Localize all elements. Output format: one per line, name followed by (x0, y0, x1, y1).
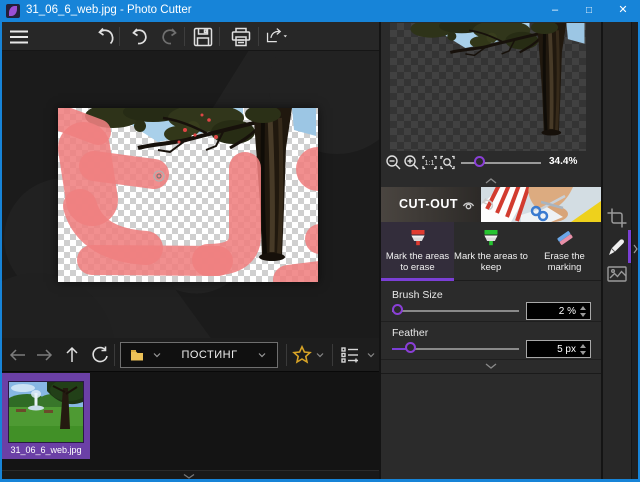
green-marker-icon (480, 227, 502, 249)
edited-image[interactable] (58, 108, 318, 282)
brush-size-slider-handle[interactable] (392, 304, 403, 315)
zoom-percent: 34.4% (549, 156, 577, 167)
feather-label: Feather (392, 327, 428, 339)
toolbar-divider (219, 27, 220, 46)
save-icon[interactable] (192, 26, 214, 48)
editor-region: ПОСТИНГ (2, 22, 379, 479)
undo-icon[interactable] (128, 26, 150, 48)
visibility-eye-icon[interactable] (461, 198, 476, 211)
eraser-icon (554, 227, 576, 249)
spinner-arrows-icon[interactable] (579, 343, 588, 356)
feather-spinbox[interactable]: 5 px (526, 340, 591, 358)
spinner-arrows-icon[interactable] (579, 305, 588, 318)
toolbar-divider (119, 27, 120, 46)
brush-size-spinbox[interactable]: 2 % (526, 302, 591, 320)
browser-toolbar: ПОСТИНГ (2, 338, 379, 372)
thumbnail-filename: 31_06_6_web.jpg (2, 445, 90, 455)
svg-text:1:1: 1:1 (425, 160, 435, 167)
tool-mark-erase[interactable]: Mark the areas to erase (381, 222, 454, 281)
feather-value: 5 px (557, 344, 576, 355)
content-area: ПОСТИНГ (2, 22, 638, 479)
cutout-panel: 1:1 34.4% (379, 22, 603, 479)
image-tools-icon[interactable] (606, 263, 628, 285)
file-browser: ПОСТИНГ (2, 338, 379, 479)
brush-size-value: 2 % (559, 306, 576, 317)
folder-icon (130, 348, 144, 362)
toolbar-divider (114, 344, 115, 366)
app-logo-icon (6, 4, 20, 18)
fit-view-icon[interactable] (439, 154, 456, 171)
cutout-pen-icon[interactable] (606, 236, 628, 258)
folder-dropdown[interactable]: ПОСТИНГ (120, 342, 278, 368)
banner-photo (481, 187, 601, 222)
chevron-down-icon[interactable] (257, 351, 267, 359)
browser-footer (2, 470, 379, 479)
tool-erase-marking[interactable]: Erase the marking (528, 222, 601, 281)
chevron-down-icon[interactable] (182, 473, 196, 480)
app-window: 31_06_6_web.jpg - Photo Cutter – □ ✕ (0, 0, 640, 482)
preview-zoom-slider-handle[interactable] (474, 156, 485, 167)
toolbar-divider (258, 27, 259, 46)
window-title: 31_06_6_web.jpg - Photo Cutter (26, 4, 192, 16)
cutout-tools: Mark the areas to erase Mark the areas t… (381, 222, 601, 281)
tool-label: Erase the marking (528, 251, 601, 273)
red-marker-icon (407, 227, 429, 249)
close-button[interactable]: ✕ (606, 0, 640, 22)
crop-tool-icon[interactable] (606, 207, 628, 229)
nav-back-icon[interactable] (8, 345, 28, 365)
cutout-title: CUT-OUT (399, 197, 458, 211)
print-icon[interactable] (230, 26, 252, 48)
zoom-controls: 1:1 34.4% (381, 152, 601, 174)
collapse-preview[interactable] (381, 174, 601, 188)
toolbar-divider (332, 344, 333, 366)
tool-mark-keep[interactable]: Mark the areas to keep (454, 222, 528, 281)
canvas[interactable] (2, 51, 379, 338)
file-thumbnail-selected[interactable]: 31_06_6_web.jpg (2, 373, 90, 459)
selected-tool-underline (381, 278, 454, 281)
share-icon[interactable] (265, 26, 287, 48)
expand-more-settings[interactable] (381, 359, 601, 373)
mode-strip (603, 22, 638, 479)
actual-size-icon[interactable]: 1:1 (421, 154, 438, 171)
thumbnail-image (8, 381, 84, 443)
feather-slider-handle[interactable] (405, 342, 416, 353)
folder-name: ПОСТИНГ (162, 349, 257, 361)
redo-icon[interactable] (159, 26, 181, 48)
brush-size-section: Brush Size 2 % (381, 284, 601, 322)
preview-zoom-slider[interactable] (461, 162, 541, 164)
chevron-down-icon[interactable] (315, 351, 325, 359)
chevron-down-icon[interactable] (366, 351, 376, 359)
feather-section: Feather 5 px (381, 322, 601, 360)
zoom-in-icon[interactable] (403, 154, 420, 171)
nav-forward-icon[interactable] (34, 345, 54, 365)
zoom-out-icon[interactable] (385, 154, 402, 171)
nav-up-icon[interactable] (62, 345, 82, 365)
panel-expander[interactable] (631, 22, 638, 479)
chevron-down-icon[interactable] (152, 351, 162, 359)
chevron-up-icon (484, 177, 498, 185)
panel-expand-icon (632, 242, 639, 256)
brush-size-slider[interactable] (392, 310, 519, 312)
reset-undo-icon[interactable] (480, 197, 495, 211)
cutout-banner: CUT-OUT (381, 187, 601, 222)
toolbar-divider (286, 344, 287, 366)
main-toolbar (2, 22, 379, 51)
chevron-down-icon (484, 362, 498, 370)
panel-empty-area (381, 373, 601, 479)
favorites-star-icon[interactable] (292, 345, 312, 365)
brush-size-label: Brush Size (392, 289, 443, 301)
tool-label: Mark the areas to erase (381, 251, 454, 273)
undo-step-icon[interactable] (95, 26, 117, 48)
tool-label: Mark the areas to keep (454, 251, 528, 273)
titlebar[interactable]: 31_06_6_web.jpg - Photo Cutter – □ ✕ (0, 0, 640, 22)
result-preview (390, 23, 586, 151)
view-list-icon[interactable] (340, 345, 360, 365)
minimize-button[interactable]: – (538, 0, 572, 22)
refresh-icon[interactable] (90, 345, 110, 365)
toolbar-divider (184, 27, 185, 46)
hamburger-menu-icon[interactable] (8, 26, 30, 48)
maximize-button[interactable]: □ (572, 0, 606, 22)
